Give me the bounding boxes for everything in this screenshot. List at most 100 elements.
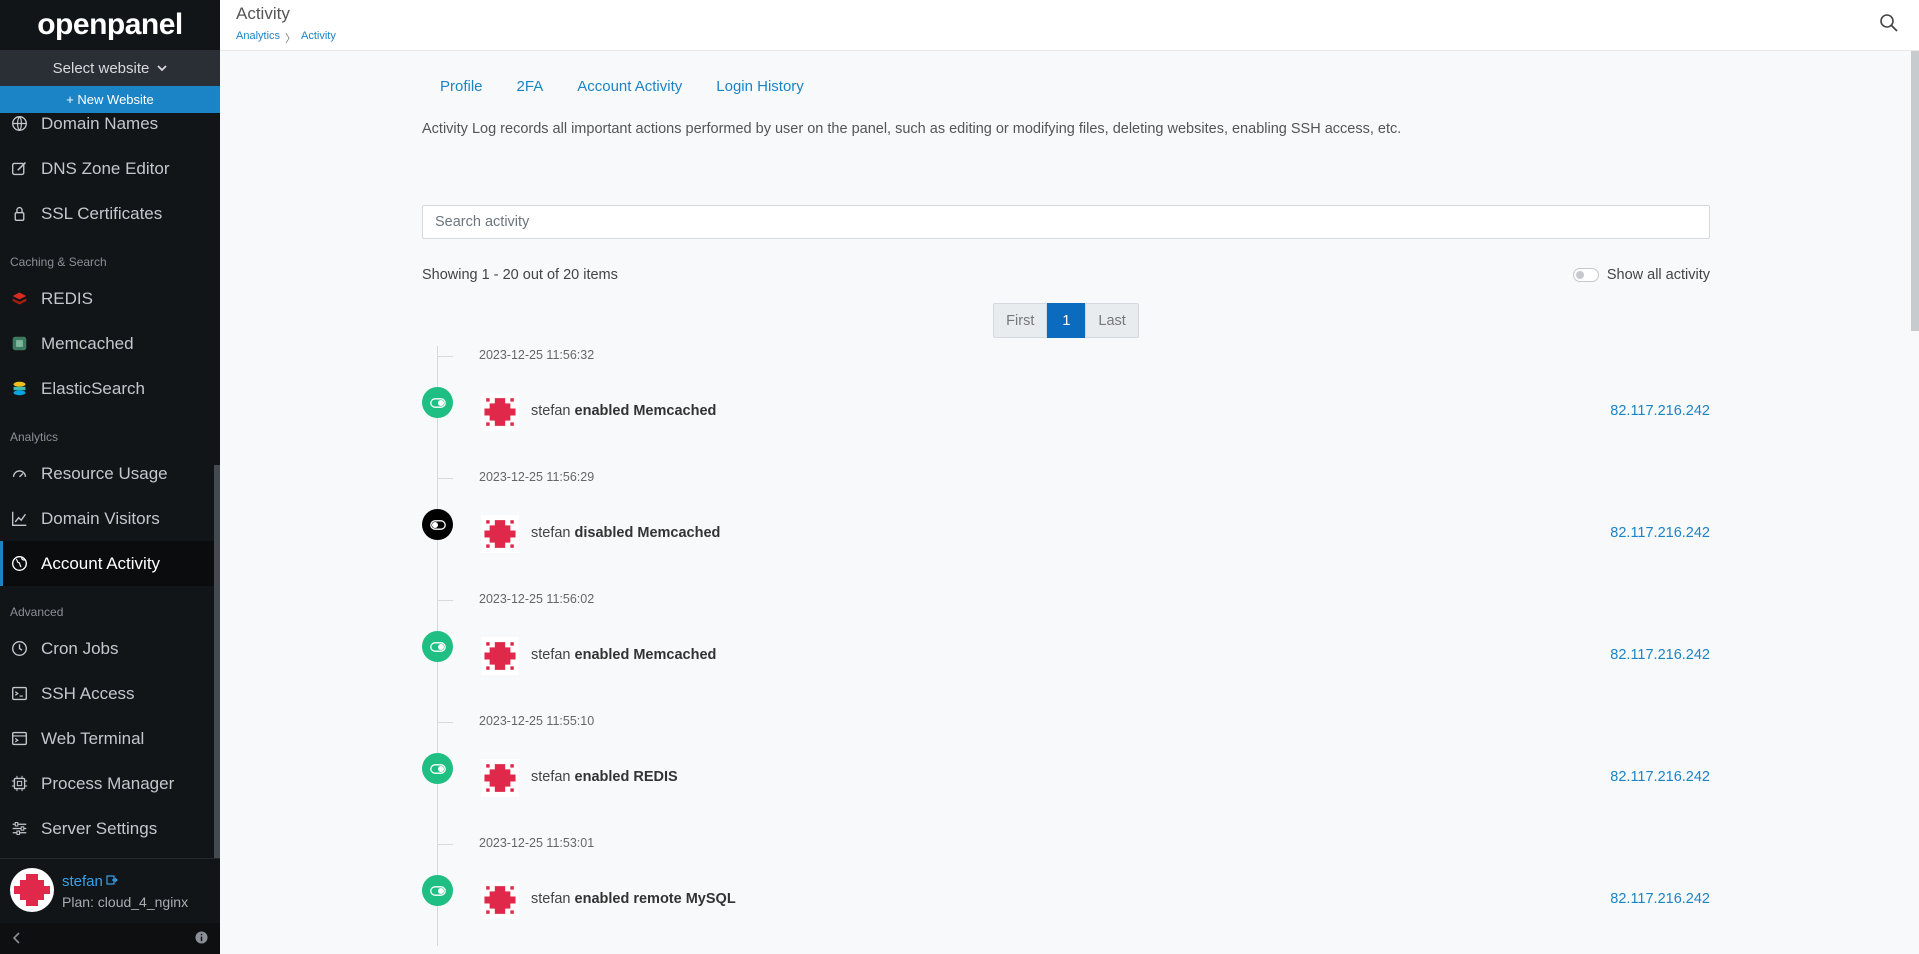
- entry-description: stefan enabled REDIS: [531, 769, 678, 785]
- entry-description: stefan enabled remote MySQL: [531, 891, 736, 907]
- chart-line-icon: [10, 509, 29, 528]
- entry-description: stefan disabled Memcached: [531, 525, 720, 541]
- entry-ip-link[interactable]: 82.117.216.242: [1610, 647, 1710, 663]
- list-meta: Showing 1 - 20 out of 20 items Show all …: [422, 265, 1710, 285]
- entry-description: stefan enabled Memcached: [531, 647, 716, 663]
- toggle-on-icon: [422, 631, 453, 662]
- entry-action: enabled remote MySQL: [574, 891, 736, 907]
- show-all-activity-label: Show all activity: [1606, 267, 1710, 283]
- sidebar-item-redis[interactable]: REDIS: [0, 276, 214, 321]
- timeline-tick: [437, 722, 453, 723]
- avatar: [481, 759, 519, 797]
- avatar: [10, 867, 54, 915]
- user-profile[interactable]: stefan Plan: cloud_4_nginx: [0, 858, 220, 923]
- timeline-entry: 2023-12-25 11:53:01 stefan enabled remot…: [422, 834, 1710, 954]
- sidebar-item-label: Domain Names: [41, 113, 159, 133]
- toggle-on-icon: [422, 387, 453, 418]
- sidebar-item-account-activity[interactable]: Account Activity: [0, 541, 214, 586]
- user-name-link[interactable]: stefan: [62, 873, 103, 890]
- chevron-down-icon: [157, 60, 167, 77]
- top-header: Activity Analytics 〉 Activity: [220, 0, 1919, 51]
- timeline-entry: 2023-12-25 11:55:10 stefan enabled REDIS…: [422, 712, 1710, 834]
- entry-ip-link[interactable]: 82.117.216.242: [1610, 891, 1710, 907]
- breadcrumb-analytics[interactable]: Analytics: [236, 30, 280, 46]
- entry-timestamp: 2023-12-25 11:55:10: [479, 714, 595, 728]
- entry-action: enabled Memcached: [574, 647, 717, 663]
- entry-action: enabled REDIS: [574, 769, 678, 785]
- tab-login-history[interactable]: Login History: [716, 78, 804, 95]
- entry-user: stefan: [531, 525, 571, 541]
- main-scrollbar[interactable]: [1911, 51, 1919, 331]
- sidebar-item-label: Memcached: [41, 333, 134, 353]
- logout-icon[interactable]: [106, 873, 118, 889]
- sidebar-item-ssh-access[interactable]: SSH Access: [0, 671, 214, 716]
- brand-logo[interactable]: openpanel: [0, 0, 220, 50]
- collapse-sidebar-icon[interactable]: [12, 931, 22, 947]
- timeline-entry: 2023-12-25 11:56:02 stefan enabled Memca…: [422, 590, 1710, 712]
- sidebar-item-dns-zone-editor[interactable]: DNS Zone Editor: [0, 146, 214, 191]
- cpu-icon: [10, 774, 29, 793]
- entry-user: stefan: [531, 769, 571, 785]
- show-all-activity-toggle[interactable]: Show all activity: [1572, 267, 1710, 283]
- pagination: First 1 Last: [422, 303, 1710, 338]
- nav-category-caching: Caching & Search: [10, 255, 107, 269]
- sliders-icon: [10, 819, 29, 838]
- nav-category-advanced: Advanced: [10, 605, 64, 619]
- tab-2fa[interactable]: 2FA: [517, 78, 544, 95]
- sidebar-item-domain-names[interactable]: Domain Names: [0, 113, 214, 146]
- sidebar-item-label: Server Settings: [41, 818, 158, 838]
- sidebar-item-label: Process Manager: [41, 773, 175, 793]
- sidebar-item-ssl-certificates[interactable]: SSL Certificates: [0, 191, 214, 236]
- tab-account-activity[interactable]: Account Activity: [577, 78, 682, 95]
- toggle-switch[interactable]: [1572, 268, 1599, 282]
- select-website-dropdown[interactable]: Select website: [0, 50, 220, 86]
- timeline-tick: [437, 478, 453, 479]
- breadcrumb: Analytics 〉 Activity: [236, 30, 336, 46]
- search-activity-input[interactable]: [422, 205, 1710, 239]
- globe-icon: [10, 114, 29, 133]
- sidebar-nav[interactable]: Domain Names DNS Zone Editor SSL Certifi…: [0, 113, 214, 858]
- sidebar-scrollbar[interactable]: [214, 465, 220, 858]
- sidebar-item-resource-usage[interactable]: Resource Usage: [0, 451, 214, 496]
- new-website-button[interactable]: + New Website: [0, 86, 220, 113]
- entry-timestamp: 2023-12-25 11:56:02: [479, 592, 595, 606]
- sidebar-item-label: REDIS: [41, 288, 93, 308]
- timeline-tick: [437, 844, 453, 845]
- sidebar-item-process-manager[interactable]: Process Manager: [0, 761, 214, 806]
- pagination-page-1[interactable]: 1: [1047, 303, 1086, 338]
- pagination-last[interactable]: Last: [1085, 303, 1139, 338]
- toggle-on-icon: [422, 753, 453, 784]
- entry-ip-link[interactable]: 82.117.216.242: [1610, 525, 1710, 541]
- sidebar-item-server-settings[interactable]: Server Settings: [0, 806, 214, 851]
- entry-user: stefan: [531, 403, 571, 419]
- lock-icon: [10, 204, 29, 223]
- sidebar-item-cron-jobs[interactable]: Cron Jobs: [0, 626, 214, 671]
- entry-user: stefan: [531, 647, 571, 663]
- tab-profile[interactable]: Profile: [440, 78, 483, 95]
- entry-ip-link[interactable]: 82.117.216.242: [1610, 769, 1710, 785]
- avatar: [481, 393, 519, 431]
- entry-description: stefan enabled Memcached: [531, 403, 716, 419]
- sidebar-item-label: Cron Jobs: [41, 638, 119, 658]
- info-icon[interactable]: [195, 930, 208, 947]
- sidebar-item-elasticsearch[interactable]: ElasticSearch: [0, 366, 214, 411]
- pagination-first[interactable]: First: [993, 303, 1048, 338]
- sidebar-item-domain-visitors[interactable]: Domain Visitors: [0, 496, 214, 541]
- sidebar-item-label: DNS Zone Editor: [41, 158, 170, 178]
- sidebar-item-label: Domain Visitors: [41, 508, 160, 528]
- breadcrumb-activity[interactable]: Activity: [301, 30, 336, 46]
- toggle-on-icon: [422, 875, 453, 906]
- sidebar-item-web-terminal[interactable]: Web Terminal: [0, 716, 214, 761]
- page-title: Activity: [236, 4, 290, 23]
- showing-count: Showing 1 - 20 out of 20 items: [422, 267, 618, 283]
- intro-text: Activity Log records all important actio…: [422, 121, 1402, 137]
- user-plan: Plan: cloud_4_nginx: [62, 893, 189, 910]
- sidebar-item-memcached[interactable]: Memcached: [0, 321, 214, 366]
- entry-ip-link[interactable]: 82.117.216.242: [1610, 403, 1710, 419]
- main-content: Profile 2FA Account Activity Login Histo…: [422, 51, 1710, 954]
- entry-action: disabled Memcached: [574, 525, 721, 541]
- search-icon[interactable]: [1879, 13, 1899, 36]
- avatar: [481, 515, 519, 553]
- sidebar-item-label: Account Activity: [41, 553, 161, 573]
- select-website-label: Select website: [52, 59, 150, 77]
